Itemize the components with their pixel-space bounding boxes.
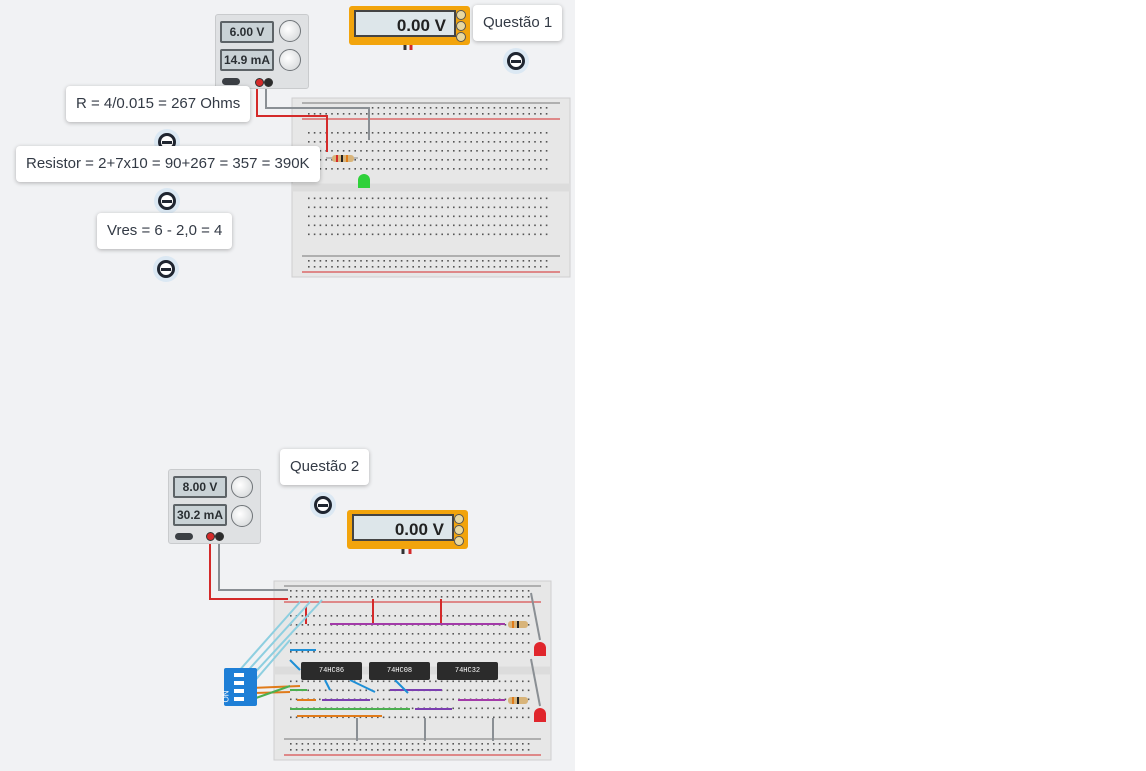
psu2-current-display: 30.2 mA [173,504,227,526]
power-supply-1[interactable]: 6.00 V 14.9 mA [215,14,309,89]
psu2-voltage-display: 8.00 V [173,476,227,498]
note-collapse-icon[interactable] [503,48,529,74]
psu1-negative-terminal[interactable] [264,78,273,87]
note-resistor-formula[interactable]: Resistor = 2+7x10 = 90+267 = 357 = 390K [16,146,320,182]
psu2-current-knob-icon[interactable] [231,505,253,527]
dip-switch-toggle[interactable] [234,689,244,693]
note-collapse-icon[interactable] [154,188,180,214]
psu2-voltage-knob-icon[interactable] [231,476,253,498]
led-green-body [358,180,370,188]
multimeter-2[interactable]: 0.00 V [347,510,468,549]
multimeter-1-display: 0.00 V [354,10,456,37]
multimeter-2-display: 0.00 V [352,514,454,541]
multimeter-2-mode-a[interactable] [454,514,464,524]
power-supply-2[interactable]: 8.00 V 30.2 mA [168,469,261,544]
chip-74hc08[interactable]: 74HC08 [369,662,430,680]
chip-74hc32[interactable]: 74HC32 [437,662,498,680]
dip-switch-on-label: ON [221,690,231,703]
resistor-band [346,155,348,162]
led-red-body [534,714,546,722]
note-vres-formula[interactable]: Vres = 6 - 2,0 = 4 [97,213,233,249]
multimeter-1[interactable]: 0.00 V [349,6,470,45]
multimeter-2-mode-v[interactable] [454,525,464,535]
resistor-band [517,621,519,628]
psu1-current-knob-icon[interactable] [279,49,301,71]
multimeter-1-mode-r[interactable] [456,32,466,42]
psu2-negative-terminal[interactable] [215,532,224,541]
breadboard-1-channel [292,183,570,192]
note-questao-2[interactable]: Questão 2 [280,449,370,485]
note-questao-1[interactable]: Questão 1 [473,5,563,41]
dip-switch-toggle[interactable] [234,697,244,701]
psu2-power-switch[interactable] [175,533,193,540]
multimeter-1-mode-a[interactable] [456,10,466,20]
chip-74hc86[interactable]: 74HC86 [301,662,362,680]
psu1-voltage-knob-icon[interactable] [279,20,301,42]
multimeter-1-mode-v[interactable] [456,21,466,31]
resistor-band [336,155,338,162]
resistor-band [512,621,514,628]
psu1-positive-terminal[interactable] [255,78,264,87]
led-red-body [534,648,546,656]
note-collapse-icon[interactable] [310,492,336,518]
multimeter-2-mode-r[interactable] [454,536,464,546]
resistor-band [517,697,519,704]
psu2-positive-terminal[interactable] [206,532,215,541]
note-r-formula[interactable]: R = 4/0.015 = 267 Ohms [66,86,251,122]
dip-switch[interactable]: ON [221,668,257,706]
psu1-power-switch[interactable] [222,78,240,85]
psu1-voltage-display: 6.00 V [220,21,274,43]
dip-switch-toggle[interactable] [234,681,244,685]
note-collapse-icon[interactable] [153,256,179,282]
psu1-current-display: 14.9 mA [220,49,274,71]
dip-switch-toggle[interactable] [234,673,244,677]
resistor-band [341,155,343,162]
resistor-band [512,697,514,704]
